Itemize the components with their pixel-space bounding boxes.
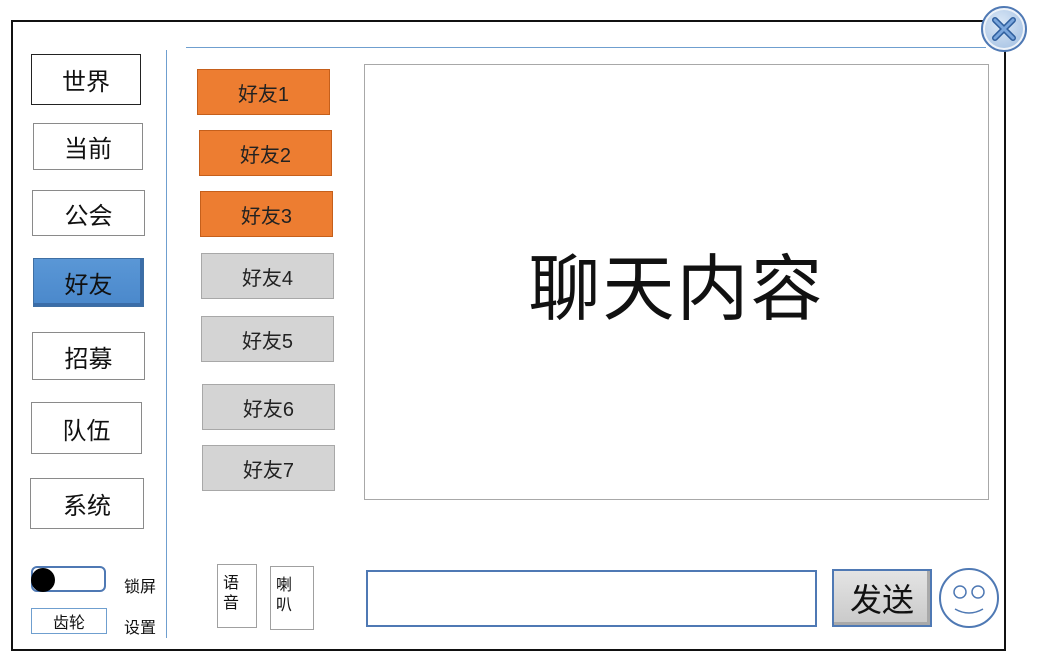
channel-label: 当前 — [64, 135, 112, 163]
chat-content-placeholder: 聊天内容 — [528, 246, 825, 331]
lock-screen-toggle[interactable] — [31, 566, 106, 592]
friend-item-2[interactable]: 好友2 — [199, 130, 332, 176]
emoji-button[interactable] — [938, 567, 1000, 629]
channel-system[interactable]: 系统 — [30, 478, 144, 529]
top-divider — [186, 47, 986, 48]
voice-button[interactable]: 语音 — [217, 564, 257, 628]
friend-item-7[interactable]: 好友7 — [202, 445, 335, 491]
channel-friends[interactable]: 好友 — [33, 258, 144, 307]
friend-item-3[interactable]: 好友3 — [200, 191, 333, 237]
settings-label[interactable]: 设置 — [124, 614, 156, 638]
close-icon — [985, 10, 1023, 48]
horn-label: 喇叭 — [276, 575, 293, 614]
channel-team[interactable]: 队伍 — [31, 402, 142, 454]
channel-label: 公会 — [64, 201, 113, 230]
channel-label: 队伍 — [62, 416, 111, 445]
gear-button[interactable]: 齿轮 — [31, 608, 107, 634]
friend-label: 好友1 — [237, 83, 290, 106]
voice-label: 语音 — [223, 573, 240, 612]
gear-label: 齿轮 — [52, 613, 85, 632]
friend-item-5[interactable]: 好友5 — [201, 316, 334, 362]
channel-label: 招募 — [64, 344, 113, 373]
friend-item-6[interactable]: 好友6 — [202, 384, 335, 430]
friend-label: 好友3 — [240, 205, 293, 228]
message-input[interactable] — [366, 570, 817, 627]
channel-label: 世界 — [62, 68, 110, 96]
lock-screen-label: 锁屏 — [124, 577, 157, 596]
channel-label: 系统 — [63, 492, 111, 520]
friend-label: 好友7 — [242, 459, 295, 482]
channel-recruit[interactable]: 招募 — [32, 332, 145, 380]
channel-current[interactable]: 当前 — [33, 123, 143, 170]
channel-world[interactable]: 世界 — [31, 54, 141, 105]
send-label: 发送 — [849, 581, 914, 619]
channel-guild[interactable]: 公会 — [32, 190, 145, 236]
channel-divider — [166, 50, 167, 638]
friend-label: 好友5 — [241, 330, 294, 353]
friend-label: 好友4 — [241, 267, 294, 290]
friend-label: 好友6 — [242, 398, 295, 421]
horn-button[interactable]: 喇叭 — [270, 566, 314, 630]
friend-item-1[interactable]: 好友1 — [197, 69, 330, 115]
channel-label: 好友 — [64, 271, 113, 299]
send-button[interactable]: 发送 — [832, 569, 932, 627]
close-button[interactable] — [981, 6, 1027, 52]
friend-item-4[interactable]: 好友4 — [201, 253, 334, 299]
smiley-icon — [939, 568, 999, 628]
toggle-knob — [31, 568, 55, 592]
chat-content-area: 聊天内容 — [364, 64, 989, 500]
friend-label: 好友2 — [239, 144, 292, 167]
